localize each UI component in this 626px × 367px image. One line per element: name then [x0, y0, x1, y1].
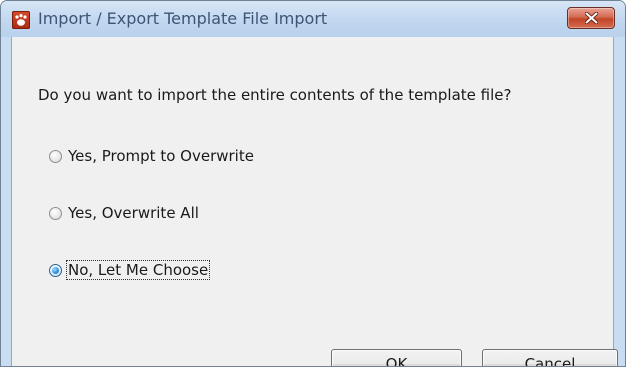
dialog-question: Do you want to import the entire content…	[38, 86, 512, 104]
radio-button[interactable]	[49, 149, 62, 163]
option-label: Yes, Overwrite All	[68, 204, 199, 222]
cancel-button[interactable]: Cancel	[482, 349, 618, 366]
title-bar[interactable]: Import / Export Template File Import	[1, 1, 625, 37]
option-overwrite-all[interactable]: Yes, Overwrite All	[49, 202, 200, 224]
close-icon	[585, 12, 598, 24]
radio-button[interactable]	[49, 206, 62, 220]
option-let-me-choose[interactable]: No, Let Me Choose	[49, 259, 211, 281]
option-label: No, Let Me Choose	[65, 260, 211, 280]
option-label: Yes, Prompt to Overwrite	[68, 147, 254, 165]
option-prompt-to-overwrite[interactable]: Yes, Prompt to Overwrite	[49, 145, 255, 167]
app-icon	[12, 11, 30, 29]
radio-button-selected[interactable]	[49, 263, 62, 277]
close-button[interactable]	[567, 7, 615, 29]
dialog-window: Import / Export Template File Import Do …	[0, 0, 626, 367]
dialog-body: Do you want to import the entire content…	[11, 37, 618, 366]
ok-button[interactable]: OK	[331, 349, 462, 366]
window-title: Import / Export Template File Import	[38, 9, 328, 28]
